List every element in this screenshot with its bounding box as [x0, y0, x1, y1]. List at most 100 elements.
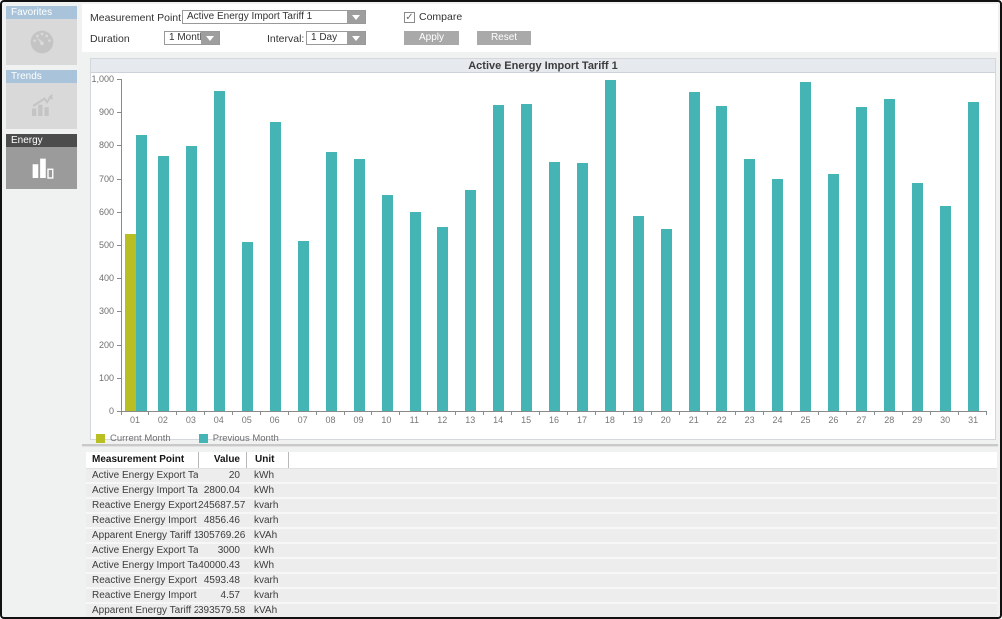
- sidebar-item-trends[interactable]: Trends: [6, 70, 77, 129]
- reset-button[interactable]: Reset: [477, 31, 531, 45]
- bar-group: [848, 107, 876, 411]
- duration-dropdown[interactable]: 1 Month: [164, 31, 220, 45]
- x-tick-label: 31: [959, 412, 987, 427]
- x-tick-label: 10: [372, 412, 400, 427]
- apply-button[interactable]: Apply: [404, 31, 459, 45]
- x-tick-label: 20: [652, 412, 680, 427]
- legend-swatch: [199, 434, 208, 443]
- compare-checkbox[interactable]: ✓ Compare: [404, 11, 462, 23]
- table-row[interactable]: Active Energy Import Tariff 12800.04kWh: [86, 484, 997, 499]
- bar-previous-month: [410, 212, 421, 411]
- measurement-point-cell: Reactive Energy Import Tariff 2: [86, 589, 198, 602]
- x-tick-label: 09: [345, 412, 373, 427]
- sidebar-header-trends: Trends: [6, 70, 77, 83]
- bar-group: [736, 159, 764, 411]
- bar-group: [624, 216, 652, 411]
- chart-x-axis: 0102030405060708091011121314151617181920…: [121, 412, 987, 427]
- measurement-point-dropdown[interactable]: Active Energy Import Tariff 1: [182, 10, 366, 24]
- sidebar: Favorites Trends: [4, 3, 82, 618]
- bar-group: [708, 106, 736, 411]
- x-tick-label: 13: [456, 412, 484, 427]
- bar-group: [959, 102, 987, 411]
- bar-current-month: [125, 234, 136, 411]
- energy-bars-icon: [6, 147, 77, 189]
- unit-cell: kvarh: [246, 499, 288, 512]
- unit-cell: kWh: [246, 544, 288, 557]
- bar-group: [569, 163, 597, 411]
- bar-previous-month: [689, 92, 700, 411]
- measurement-point-cell: Active Energy Export Tariff 1: [86, 469, 198, 482]
- y-tick-label: 300: [99, 307, 114, 316]
- bar-group: [262, 122, 290, 411]
- x-tick-label: 12: [428, 412, 456, 427]
- bar-group: [122, 135, 150, 411]
- unit-cell: kWh: [246, 484, 288, 497]
- value-cell: 393579.58: [198, 604, 246, 617]
- table-row[interactable]: Reactive Energy Import Tariff 14856.46kv…: [86, 514, 997, 529]
- x-tick-label: 27: [847, 412, 875, 427]
- bar-group: [541, 162, 569, 411]
- bar-previous-month: [437, 227, 448, 411]
- interval-value: 1 Day: [307, 32, 347, 44]
- x-tick-label: 14: [484, 412, 512, 427]
- table-row[interactable]: Reactive Energy Import Tariff 24.57kvarh: [86, 589, 997, 604]
- column-header: Value: [199, 452, 247, 468]
- sidebar-item-favorites[interactable]: Favorites: [6, 6, 77, 65]
- legend-item: Current Month: [96, 433, 171, 444]
- value-cell: 245687.57: [198, 499, 246, 512]
- x-tick-label: 06: [261, 412, 289, 427]
- chart-bars: [122, 79, 987, 411]
- chart-title: Active Energy Import Tariff 1: [91, 59, 995, 73]
- table-row[interactable]: Active Energy Import Tariff 240000.43kWh: [86, 559, 997, 574]
- bar-group: [764, 179, 792, 411]
- value-cell: 4593.48: [198, 574, 246, 587]
- table-row[interactable]: Apparent Energy Tariff 1305769.26kVAh: [86, 529, 997, 544]
- sidebar-item-energy[interactable]: Energy: [6, 134, 77, 189]
- bar-previous-month: [326, 152, 337, 411]
- chart-y-axis: 01002003004005006007008009001,000: [91, 79, 121, 412]
- bar-previous-month: [136, 135, 147, 411]
- bar-group: [792, 82, 820, 411]
- measurement-point-cell: Reactive Energy Import Tariff 1: [86, 514, 198, 527]
- y-tick-label: 500: [99, 241, 114, 250]
- bar-previous-month: [744, 159, 755, 411]
- x-tick-label: 08: [317, 412, 345, 427]
- measurement-table: Measurement PointValueUnit Active Energy…: [86, 452, 997, 617]
- x-tick-label: 26: [819, 412, 847, 427]
- bar-previous-month: [912, 183, 923, 411]
- column-header: Unit: [247, 452, 289, 468]
- bar-group: [596, 80, 624, 411]
- y-tick-label: 900: [99, 108, 114, 117]
- value-cell: 20: [198, 469, 246, 482]
- bar-previous-month: [661, 229, 672, 411]
- dropdown-button[interactable]: [201, 32, 219, 44]
- compare-label: Compare: [419, 11, 462, 23]
- bar-previous-month: [186, 146, 197, 411]
- x-tick-label: 21: [680, 412, 708, 427]
- table-row[interactable]: Apparent Energy Tariff 2393579.58kVAh: [86, 604, 997, 619]
- unit-cell: kVAh: [246, 529, 288, 542]
- x-tick-label: 17: [568, 412, 596, 427]
- controls-bar: Measurement Point Active Energy Import T…: [82, 4, 998, 52]
- table-row[interactable]: Reactive Energy Export Tariff 1245687.57…: [86, 499, 997, 514]
- x-tick-label: 07: [289, 412, 317, 427]
- table-row[interactable]: Active Energy Export Tariff 120kWh: [86, 469, 997, 484]
- bar-group: [652, 229, 680, 411]
- interval-dropdown[interactable]: 1 Day: [306, 31, 366, 45]
- table-row[interactable]: Reactive Energy Export Tariff 24593.48kv…: [86, 574, 997, 589]
- bar-group: [680, 92, 708, 411]
- unit-cell: kvarh: [246, 514, 288, 527]
- bar-previous-month: [577, 163, 588, 411]
- chevron-down-icon: [206, 36, 214, 41]
- dropdown-button[interactable]: [347, 11, 365, 23]
- dropdown-button[interactable]: [347, 32, 365, 44]
- bar-group: [345, 159, 373, 411]
- chart-plot: [121, 79, 987, 412]
- bar-previous-month: [354, 159, 365, 411]
- x-tick-label: 01: [121, 412, 149, 427]
- duration-value: 1 Month: [165, 32, 201, 44]
- bar-group: [401, 212, 429, 411]
- table-row[interactable]: Active Energy Export Tariff 23000kWh: [86, 544, 997, 559]
- energy-app-window: Favorites Trends: [0, 0, 1002, 619]
- bar-group: [150, 156, 178, 411]
